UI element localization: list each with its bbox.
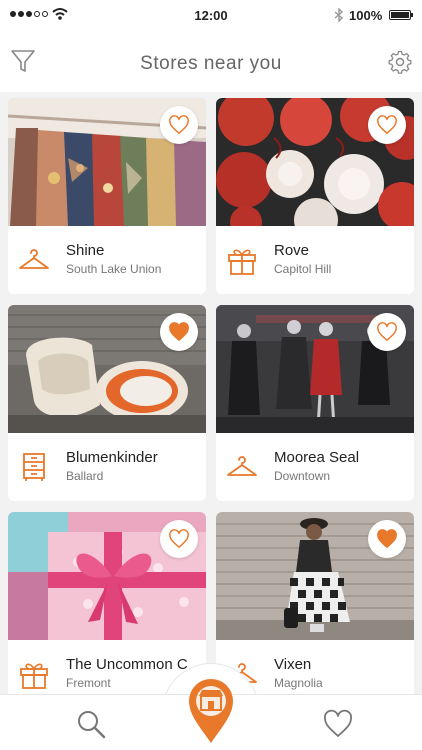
favorite-button[interactable] — [368, 313, 406, 351]
store-location-icon[interactable] — [186, 677, 236, 745]
store-name: Moorea Seal — [274, 449, 360, 466]
store-card-rove[interactable]: Rove Capitol Hill — [216, 98, 414, 294]
heart-outline-icon — [377, 322, 397, 341]
heart-outline-icon — [169, 529, 189, 548]
app-header: Stores near you — [0, 30, 422, 92]
store-neighborhood: Capitol Hill — [274, 262, 332, 276]
hanger-icon — [227, 456, 257, 476]
store-neighborhood: Ballard — [66, 469, 104, 483]
store-name: Blumenkinder — [66, 449, 158, 466]
favorite-button[interactable] — [368, 520, 406, 558]
heart-filled-icon — [377, 529, 397, 548]
favorite-button[interactable] — [368, 106, 406, 144]
store-neighborhood: Magnolia — [274, 676, 323, 690]
heart-outline-icon — [169, 115, 189, 134]
store-name: Rove — [274, 242, 310, 259]
settings-button[interactable] — [388, 50, 412, 74]
store-name: The Uncommon C — [66, 656, 188, 673]
gift-icon — [228, 249, 256, 275]
gift-icon — [20, 663, 48, 689]
bluetooth-icon — [334, 8, 344, 22]
store-name: Vixen — [274, 656, 312, 673]
hanger-icon — [19, 249, 49, 269]
store-neighborhood: Fremont — [66, 676, 111, 690]
heart-icon[interactable] — [322, 709, 354, 739]
favorite-button[interactable] — [160, 106, 198, 144]
status-bar: 12:00 100% — [0, 0, 422, 30]
store-card-blumenkinder[interactable]: Blumenkinder Ballard — [8, 305, 206, 501]
battery-icon — [389, 10, 413, 20]
heart-outline-icon — [377, 115, 397, 134]
store-card-shine[interactable]: Shine South Lake Union — [8, 98, 206, 294]
favorite-button[interactable] — [160, 313, 198, 351]
store-neighborhood: Downtown — [274, 469, 331, 483]
page-title: Stores near you — [140, 53, 282, 74]
favorite-button[interactable] — [160, 520, 198, 558]
store-card-moorea-seal[interactable]: Moorea Seal Downtown — [216, 305, 414, 501]
battery-percentage: 100% — [349, 8, 383, 23]
heart-filled-icon — [169, 322, 189, 341]
store-neighborhood: South Lake Union — [66, 262, 162, 276]
search-icon[interactable] — [76, 709, 106, 739]
store-name: Shine — [66, 242, 105, 259]
dresser-icon — [23, 453, 45, 481]
